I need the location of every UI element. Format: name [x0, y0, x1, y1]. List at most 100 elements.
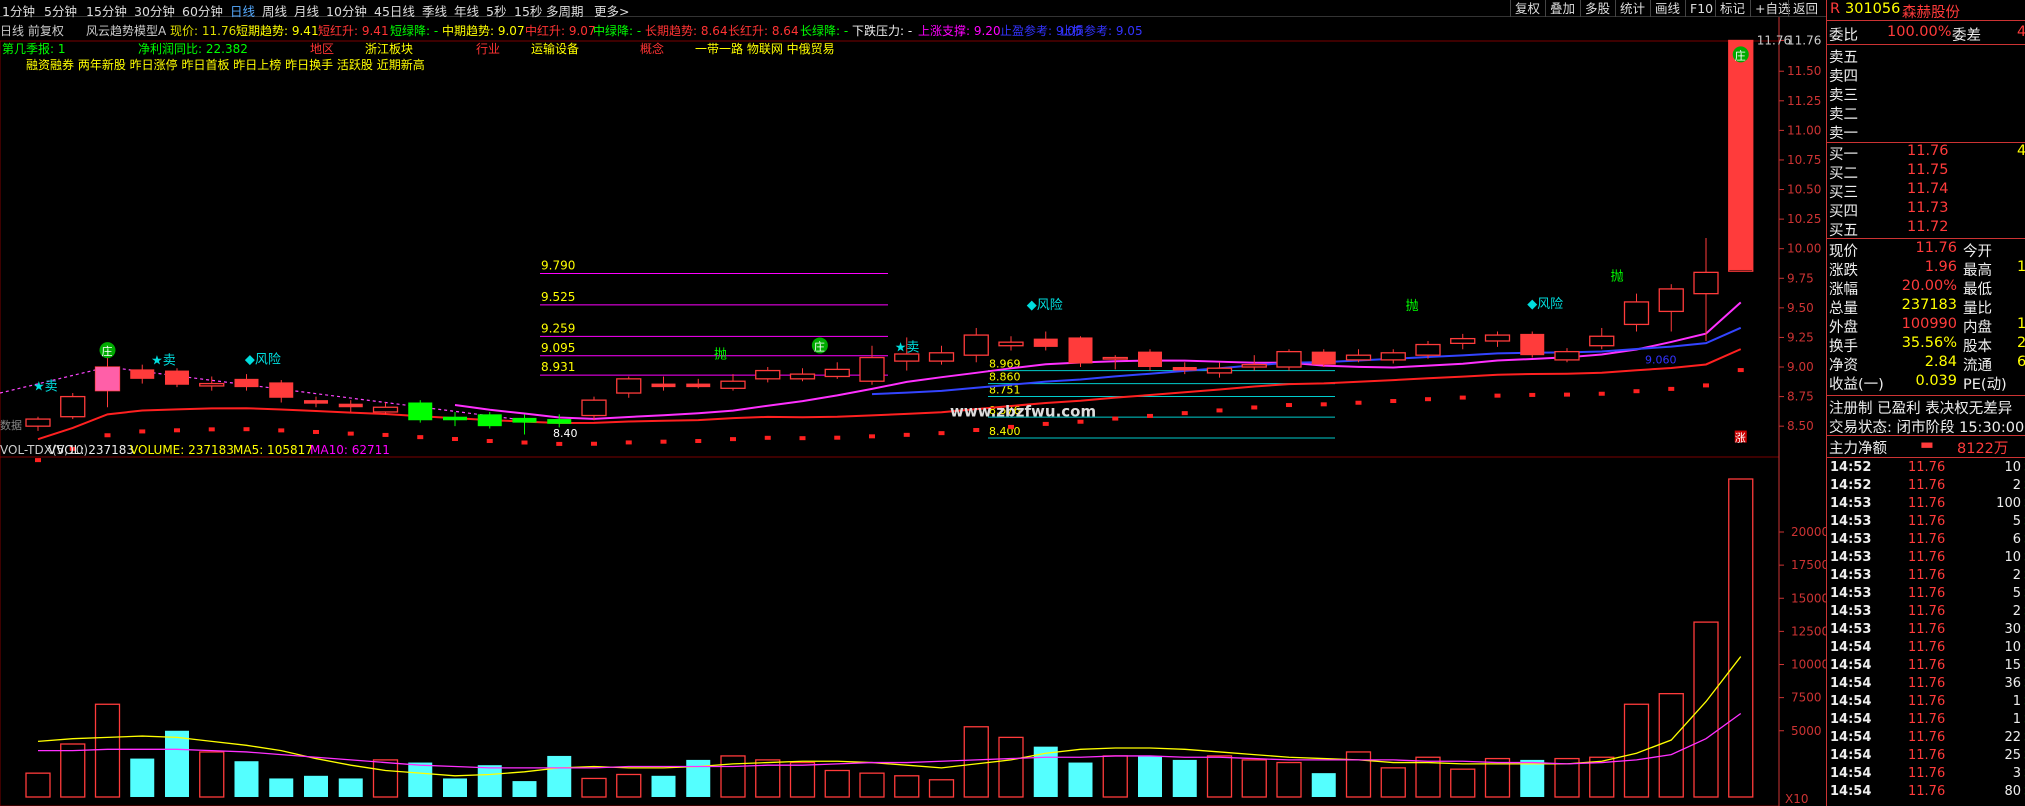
concept-value: 一带一路 物联网 中俄贸易 — [695, 41, 835, 56]
stat-row-4-cell: 外盘 — [1829, 320, 1858, 336]
divider — [1827, 395, 2025, 396]
ask-row-2: 卖三 — [1827, 84, 2025, 104]
trend-dot — [730, 437, 736, 442]
ask-row-0-cell: 卖五 — [1829, 50, 1858, 66]
candle-body — [1554, 350, 1580, 361]
bid-row-0-cell: 11.76 — [1907, 143, 1949, 159]
mid-green: 中绿降: - — [593, 23, 641, 38]
candle-body — [824, 368, 850, 378]
tick-tprice: 11.76 — [1908, 478, 1946, 493]
registration-row-cell: 注册制 已盈利 表决权无差异 — [1829, 401, 2013, 417]
volume-bar — [1693, 621, 1719, 798]
candle-body — [789, 373, 816, 380]
volume-bar — [963, 726, 989, 798]
toolbar-right: 复权 叠加 多股 统计 画线 F10 标记 +自选 返回 — [1510, 0, 1826, 17]
trend-dot — [903, 432, 910, 437]
stat-row-6: 净资 2.84 流通 66 — [1827, 354, 2025, 374]
kline-chart[interactable]: 11.76 11.50 11.25 11.00 10.75 10.50 10.25 10.00… — [0, 17, 1826, 806]
candle-body — [269, 382, 294, 398]
tick-row: 14:5311.76100S — [1827, 496, 2025, 515]
stat-row-1-cell: 1.96 — [1924, 259, 1957, 275]
volume-value: VOLUME: 237183 — [130, 443, 234, 457]
trend-dot — [938, 431, 945, 436]
tick-tvol: 1 — [2012, 694, 2021, 709]
toolbar-btn-1[interactable]: 叠加 — [1545, 0, 1575, 17]
candle-body — [1172, 367, 1197, 371]
trend-dot — [1494, 393, 1501, 398]
stat-row-1: 涨跌 1.96 最高 1 — [1827, 259, 2025, 279]
toolbar-btn-2[interactable]: 多股 — [1580, 0, 1610, 17]
stat-row-1-cell: 1 — [2017, 259, 2025, 275]
main-flow-row: 主力净额 ▬ 8122万 — [1827, 437, 2025, 457]
tick-tvol: 6 — [2012, 532, 2021, 547]
volume-bar — [199, 751, 225, 798]
tick-row: 14:5311.762S — [1827, 604, 2025, 623]
volume-bar — [1172, 759, 1197, 797]
stop-loss: 止损参考: 9.05 — [1060, 23, 1143, 38]
volume-axis-label: 20000 — [1791, 525, 1826, 539]
trend-dot — [104, 433, 111, 438]
candle-body — [512, 417, 537, 423]
candle-body — [234, 378, 259, 388]
price-axis-label: 11.00 — [1787, 123, 1821, 137]
ma5-value: MA5: 105817 — [233, 443, 313, 457]
volume-bar — [894, 775, 920, 798]
main-flow-row-cell: 8122万 — [1957, 441, 2009, 457]
stat-row-5-cell: 35.56% — [1901, 335, 1957, 351]
long-red: 长红升: 8.64 — [728, 23, 799, 38]
tick-tprice: 11.76 — [1908, 550, 1946, 565]
volume-bar — [824, 769, 850, 798]
stat-row-4-cell: 内盘 — [1963, 320, 1992, 336]
mid-red: 中红升: 9.07 — [525, 23, 596, 38]
tick-ttime: 14:53 — [1830, 604, 1872, 619]
toolbar-btn-8[interactable]: 返回 — [1788, 0, 1818, 17]
webi-row-cell: 100.00% — [1887, 24, 1952, 40]
concept-label: 概念 — [640, 41, 664, 56]
ask-row-1: 卖四 — [1827, 65, 2025, 85]
volume-bar — [304, 775, 328, 797]
tick-row: 14:5411.7625S — [1827, 748, 2025, 767]
trend-dot — [1737, 368, 1744, 373]
net-profit: 净利润同比: 22.382 — [138, 42, 248, 56]
volume-bar — [1728, 478, 1754, 798]
highlight-candle — [95, 367, 120, 391]
candle-body — [199, 382, 225, 387]
toolbar-btn-7[interactable]: +自选 — [1750, 0, 1790, 17]
volume-bar — [269, 778, 294, 797]
tick-tvol: 25 — [2004, 748, 2021, 763]
volume-bar — [859, 772, 885, 798]
candle-body — [720, 380, 746, 389]
industry-value: 运输设备 — [531, 41, 579, 56]
stat-row-6-cell: 66 — [2017, 354, 2025, 370]
candle-body — [443, 416, 467, 421]
tick-tvol: 15 — [2004, 658, 2021, 673]
candle-body — [1311, 351, 1336, 365]
tick-tvol: 5 — [2012, 514, 2021, 529]
toolbar-btn-0[interactable]: 复权 — [1510, 0, 1540, 17]
toolbar-btn-3[interactable]: 统计 — [1615, 0, 1645, 17]
trend-dot — [1459, 395, 1466, 400]
trend-dot — [1598, 391, 1605, 396]
tick-tvol: 30 — [2004, 622, 2021, 637]
tick-tprice: 11.76 — [1908, 604, 1946, 619]
candle-body — [1658, 288, 1684, 313]
volume-bar — [443, 778, 467, 797]
short-trend: 短期趋势: 9.41 — [236, 24, 319, 38]
volume-bar — [1138, 755, 1162, 797]
candle-body — [1520, 333, 1545, 356]
webi-row-cell: 4 — [2017, 24, 2025, 40]
stat-row-2-cell: 20.00% — [1901, 278, 1957, 294]
candle-body — [1102, 356, 1128, 360]
candle-body — [1415, 343, 1441, 356]
volume-bar — [1658, 693, 1684, 798]
tick-tprice: 11.76 — [1908, 694, 1946, 709]
price-axis-label: 9.50 — [1787, 301, 1814, 315]
level2-label: 8.400 — [989, 425, 1021, 438]
volume-bar — [928, 779, 955, 798]
price-axis-label: 9.75 — [1787, 271, 1814, 285]
toolbar-btn-4[interactable]: 画线 — [1650, 0, 1680, 17]
tick-ttime: 14:53 — [1830, 514, 1872, 529]
stat-row-4-cell: 100990 — [1901, 316, 1957, 332]
toolbar-btn-5[interactable]: F10 — [1685, 0, 1713, 17]
toolbar-btn-6[interactable]: 标记 — [1715, 0, 1745, 17]
